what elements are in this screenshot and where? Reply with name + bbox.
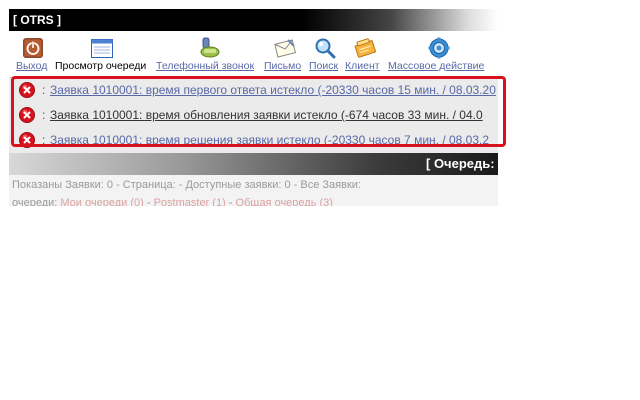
phone-icon — [200, 37, 220, 58]
toolbar: Выход Просмотр очереди Телефонный звонок… — [9, 31, 498, 78]
notification-link-first-response[interactable]: Заявка 1010001: время первого ответа ист… — [50, 83, 496, 97]
queue-separator: - — [146, 197, 151, 206]
toolbar-bulk-action[interactable]: Массовое действие — [388, 31, 498, 77]
notification-item: : Заявка 1010001: время первого ответа и… — [9, 78, 498, 103]
queues-prefix: очереди: — [12, 197, 58, 206]
toolbar-queue-view-label: Просмотр очереди — [55, 60, 147, 72]
queue-window-icon — [91, 39, 113, 58]
toolbar-logout-label: Выход — [16, 60, 48, 72]
queue-title: [ Очередь: — [426, 156, 495, 171]
toolbar-search-label: Поиск — [309, 60, 339, 72]
notification-separator: : — [42, 83, 46, 97]
notification-list: : Заявка 1010001: время первого ответа и… — [9, 78, 498, 153]
notification-separator: : — [42, 108, 46, 122]
toolbar-bulk-action-label: Массовое действие — [388, 60, 485, 72]
power-icon — [23, 38, 43, 58]
error-icon — [19, 107, 35, 123]
app-title: [ OTRS ] — [13, 13, 61, 27]
toolbar-phone-ticket-label: Телефонный звонок — [156, 60, 255, 72]
toolbar-queue-view[interactable]: Просмотр очереди — [55, 31, 155, 77]
postmaster-queue-link[interactable]: Postmaster (1) — [154, 197, 226, 206]
customer-icon — [354, 38, 376, 58]
notification-separator: : — [42, 133, 46, 147]
search-icon — [315, 38, 336, 59]
screenshot: [ OTRS ] Выход Просмотр очереди Телефонн… — [0, 0, 640, 400]
common-queue-link[interactable]: Общая очередь (3) — [236, 197, 333, 206]
toolbar-logout[interactable]: Выход — [12, 31, 52, 77]
toolbar-search[interactable]: Поиск — [309, 31, 343, 77]
toolbar-email-ticket-label: Письмо — [264, 60, 302, 72]
error-icon — [19, 132, 35, 148]
notification-link-solution[interactable]: Заявка 1010001: время решения заявки ист… — [50, 133, 489, 147]
queue-separator: - — [228, 197, 233, 206]
toolbar-phone-ticket[interactable]: Телефонный звонок — [156, 31, 260, 77]
ticket-count-line: Показаны Заявки: 0 - Страница: - Доступн… — [12, 179, 361, 191]
toolbar-customer-label: Клиент — [345, 60, 380, 72]
notification-item: : Заявка 1010001: время обновления заявк… — [9, 103, 498, 128]
my-queues-link[interactable]: Мои очереди (0) — [60, 197, 143, 206]
queue-links-line: очереди: Мои очереди (0) - Postmaster (1… — [12, 197, 333, 206]
otrs-window: [ OTRS ] Выход Просмотр очереди Телефонн… — [9, 9, 498, 206]
queue-header: [ Очередь: — [9, 153, 498, 175]
title-bar: [ OTRS ] — [9, 9, 498, 31]
toolbar-email-ticket[interactable]: Письмо — [264, 31, 306, 77]
email-icon — [274, 39, 296, 58]
bulk-action-icon — [428, 37, 450, 59]
notification-item: : Заявка 1010001: время решения заявки и… — [9, 128, 498, 153]
notification-link-update[interactable]: Заявка 1010001: время обновления заявки … — [50, 108, 483, 122]
error-icon — [19, 82, 35, 98]
toolbar-customer[interactable]: Клиент — [345, 31, 385, 77]
queue-stats: Показаны Заявки: 0 - Страница: - Доступн… — [9, 175, 498, 206]
